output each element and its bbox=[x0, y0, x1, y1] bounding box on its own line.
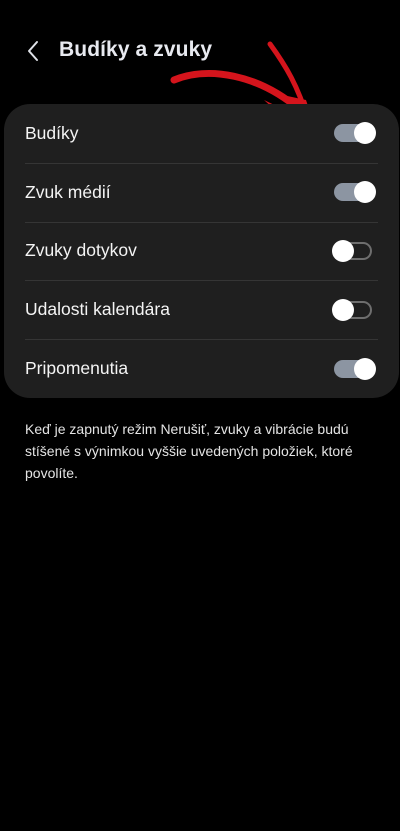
back-button[interactable] bbox=[20, 38, 46, 64]
toggle-knob bbox=[354, 122, 376, 145]
setting-row-budiky[interactable]: Budíky bbox=[4, 104, 399, 163]
toggle-switch-on[interactable] bbox=[334, 357, 376, 380]
setting-row-zvuk-medii[interactable]: Zvuk médií bbox=[4, 162, 399, 222]
setting-row-pripomenutia[interactable]: Pripomenutia bbox=[4, 339, 399, 398]
info-note: Keď je zapnutý režim Nerušiť, zvuky a vi… bbox=[25, 421, 353, 481]
setting-label: Budíky bbox=[25, 122, 79, 143]
toggle-knob bbox=[332, 298, 354, 321]
setting-label: Zvuk médií bbox=[25, 181, 111, 202]
toggle-knob bbox=[354, 181, 376, 204]
chevron-left-icon bbox=[28, 41, 38, 61]
setting-row-udalosti-kalendara[interactable]: Udalosti kalendára bbox=[4, 280, 399, 339]
toggle-knob bbox=[332, 239, 354, 262]
toggle-switch-on[interactable] bbox=[334, 122, 376, 145]
toggle-switch-on[interactable] bbox=[334, 181, 376, 204]
page-title: Budíky a zvuky bbox=[59, 38, 213, 61]
toggle-switch-off[interactable] bbox=[332, 298, 372, 321]
setting-label: Udalosti kalendára bbox=[25, 299, 170, 320]
toggle-switch-off[interactable] bbox=[332, 239, 372, 262]
setting-row-zvuky-dotykov[interactable]: Zvuky dotykov bbox=[4, 221, 399, 281]
app-header: Budíky a zvuky bbox=[0, 22, 400, 82]
setting-label: Pripomenutia bbox=[25, 358, 129, 379]
settings-card: Budíky Zvuk médií Zvuky dotykov Udalosti… bbox=[4, 104, 399, 398]
setting-label: Zvuky dotykov bbox=[25, 240, 137, 261]
toggle-knob bbox=[354, 357, 376, 380]
